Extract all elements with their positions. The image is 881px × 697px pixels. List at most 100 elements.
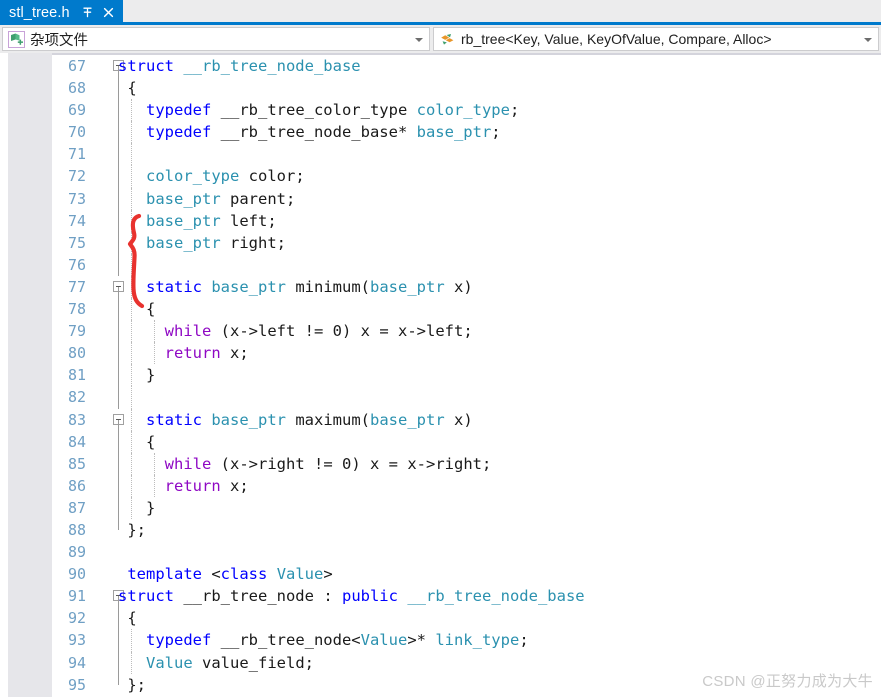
line-number: 91: [67, 587, 86, 606]
code-text: base_ptr parent;: [146, 189, 296, 208]
line-number: 72: [67, 167, 86, 186]
code-text: Value value_field;: [146, 653, 314, 672]
line-number: 90: [67, 565, 86, 584]
code-line[interactable]: 85 while (x->right != 0) x = x->right;: [0, 452, 881, 475]
tab-stl-tree-h[interactable]: stl_tree.h: [0, 0, 123, 25]
code-line[interactable]: 75 base_ptr right;: [0, 231, 881, 254]
line-number: 77: [67, 277, 86, 296]
code-line[interactable]: 81 }: [0, 364, 881, 387]
code-text: {: [118, 432, 156, 451]
code-text: static base_ptr maximum(base_ptr x): [146, 410, 473, 429]
line-number: 87: [67, 498, 86, 517]
chevron-down-icon[interactable]: [411, 28, 427, 50]
code-text: template <class Value>: [127, 565, 333, 584]
line-number: 83: [67, 410, 86, 429]
code-text: while (x->left != 0) x = x->left;: [164, 322, 473, 341]
line-number: 94: [67, 653, 86, 672]
code-text: {: [118, 300, 156, 319]
fold-guide-line: [118, 386, 119, 409]
line-number: 84: [67, 432, 86, 451]
line-number: 78: [67, 300, 86, 319]
code-text: color_type color;: [146, 167, 305, 186]
code-text: };: [118, 675, 146, 694]
line-number: 92: [67, 609, 86, 628]
code-line[interactable]: 79 while (x->left != 0) x = x->left;: [0, 320, 881, 343]
code-line[interactable]: 90 template <class Value>: [0, 563, 881, 585]
editor-tab-strip: stl_tree.h: [0, 0, 881, 25]
line-number: 73: [67, 189, 86, 208]
project-selector-dropdown[interactable]: 杂项文件: [2, 27, 430, 51]
line-number: 95: [67, 675, 86, 694]
indent-guide: [131, 386, 132, 409]
line-number: 71: [67, 145, 86, 164]
code-text: while (x->right != 0) x = x->right;: [164, 454, 492, 473]
code-line[interactable]: 83 static base_ptr maximum(base_ptr x): [0, 408, 881, 431]
code-editor[interactable]: 67 struct __rb_tree_node_base 68 {69 typed…: [0, 53, 881, 697]
line-number: 85: [67, 454, 86, 473]
class-symbol-icon: [439, 31, 456, 48]
code-line[interactable]: 68 {: [0, 77, 881, 100]
line-number: 67: [67, 57, 86, 75]
line-number: 76: [67, 255, 86, 274]
line-number: 75: [67, 233, 86, 252]
code-line[interactable]: 88 };: [0, 518, 881, 541]
code-text: static base_ptr minimum(base_ptr x): [146, 277, 473, 296]
code-line[interactable]: 86 return x;: [0, 474, 881, 497]
code-text: base_ptr left;: [146, 211, 277, 230]
code-line[interactable]: 93 typedef __rb_tree_node<Value>* link_t…: [0, 629, 881, 652]
project-files-icon: [8, 30, 25, 48]
code-line[interactable]: 74 base_ptr left;: [0, 209, 881, 232]
line-number: 81: [67, 366, 86, 385]
code-line[interactable]: 73 base_ptr parent;: [0, 187, 881, 210]
code-text: typedef __rb_tree_color_type color_type;: [146, 101, 520, 120]
pin-icon[interactable]: [81, 6, 94, 19]
code-line[interactable]: 78 {: [0, 298, 881, 321]
code-text: }: [118, 366, 156, 385]
code-line[interactable]: 67 struct __rb_tree_node_base: [0, 55, 881, 78]
line-number: 89: [67, 543, 86, 562]
code-text: typedef __rb_tree_node_base* base_ptr;: [146, 123, 501, 142]
project-selector-value: 杂项文件: [30, 32, 88, 49]
code-lines-container[interactable]: 67 struct __rb_tree_node_base 68 {69 typed…: [0, 55, 881, 697]
code-text: struct __rb_tree_node : public __rb_tree…: [118, 587, 585, 606]
line-number: 79: [67, 322, 86, 341]
code-text: return x;: [164, 344, 249, 363]
symbol-selector-value: rb_tree<Key, Value, KeyOfValue, Compare,…: [461, 31, 772, 47]
fold-guide-line: [118, 143, 119, 166]
code-line[interactable]: 92 {: [0, 607, 881, 630]
code-text: return x;: [164, 476, 249, 495]
indent-guide: [131, 253, 132, 276]
code-line[interactable]: 77 static base_ptr minimum(base_ptr x): [0, 275, 881, 299]
line-number: 88: [67, 520, 86, 539]
csdn-watermark: CSDN @正努力成为大牛: [702, 673, 873, 690]
visual-studio-window: stl_tree.h 杂项文件 rb_tree<Key, Value, KeyO…: [0, 0, 881, 697]
code-line[interactable]: 72 color_type color;: [0, 165, 881, 188]
code-line[interactable]: 76: [0, 253, 881, 276]
tab-label: stl_tree.h: [9, 4, 70, 21]
code-line[interactable]: 80 return x;: [0, 342, 881, 365]
code-line[interactable]: 69 typedef __rb_tree_color_type color_ty…: [0, 99, 881, 122]
chevron-down-icon[interactable]: [860, 28, 876, 50]
indent-guide: [131, 143, 132, 166]
line-number: 80: [67, 344, 86, 363]
code-line[interactable]: 70 typedef __rb_tree_node_base* base_ptr…: [0, 121, 881, 144]
code-line[interactable]: 89: [0, 541, 881, 563]
close-icon[interactable]: [102, 6, 115, 19]
code-text: struct __rb_tree_node_base: [118, 57, 361, 75]
line-number: 70: [67, 123, 86, 142]
code-text: }: [118, 498, 156, 517]
line-number: 93: [67, 631, 86, 650]
line-number: 68: [67, 79, 86, 98]
code-text: typedef __rb_tree_node<Value>* link_type…: [146, 631, 529, 650]
code-line[interactable]: 71: [0, 143, 881, 166]
symbol-selector-dropdown[interactable]: rb_tree<Key, Value, KeyOfValue, Compare,…: [433, 27, 879, 51]
code-line[interactable]: 84 {: [0, 430, 881, 453]
line-number: 74: [67, 211, 86, 230]
code-text: {: [118, 79, 137, 98]
code-line[interactable]: 91 struct __rb_tree_node : public __rb_tr…: [0, 585, 881, 608]
code-line[interactable]: 87 }: [0, 496, 881, 519]
code-text: {: [118, 609, 137, 628]
line-number: 82: [67, 388, 86, 407]
code-line[interactable]: 82: [0, 386, 881, 409]
line-number: 86: [67, 476, 86, 495]
